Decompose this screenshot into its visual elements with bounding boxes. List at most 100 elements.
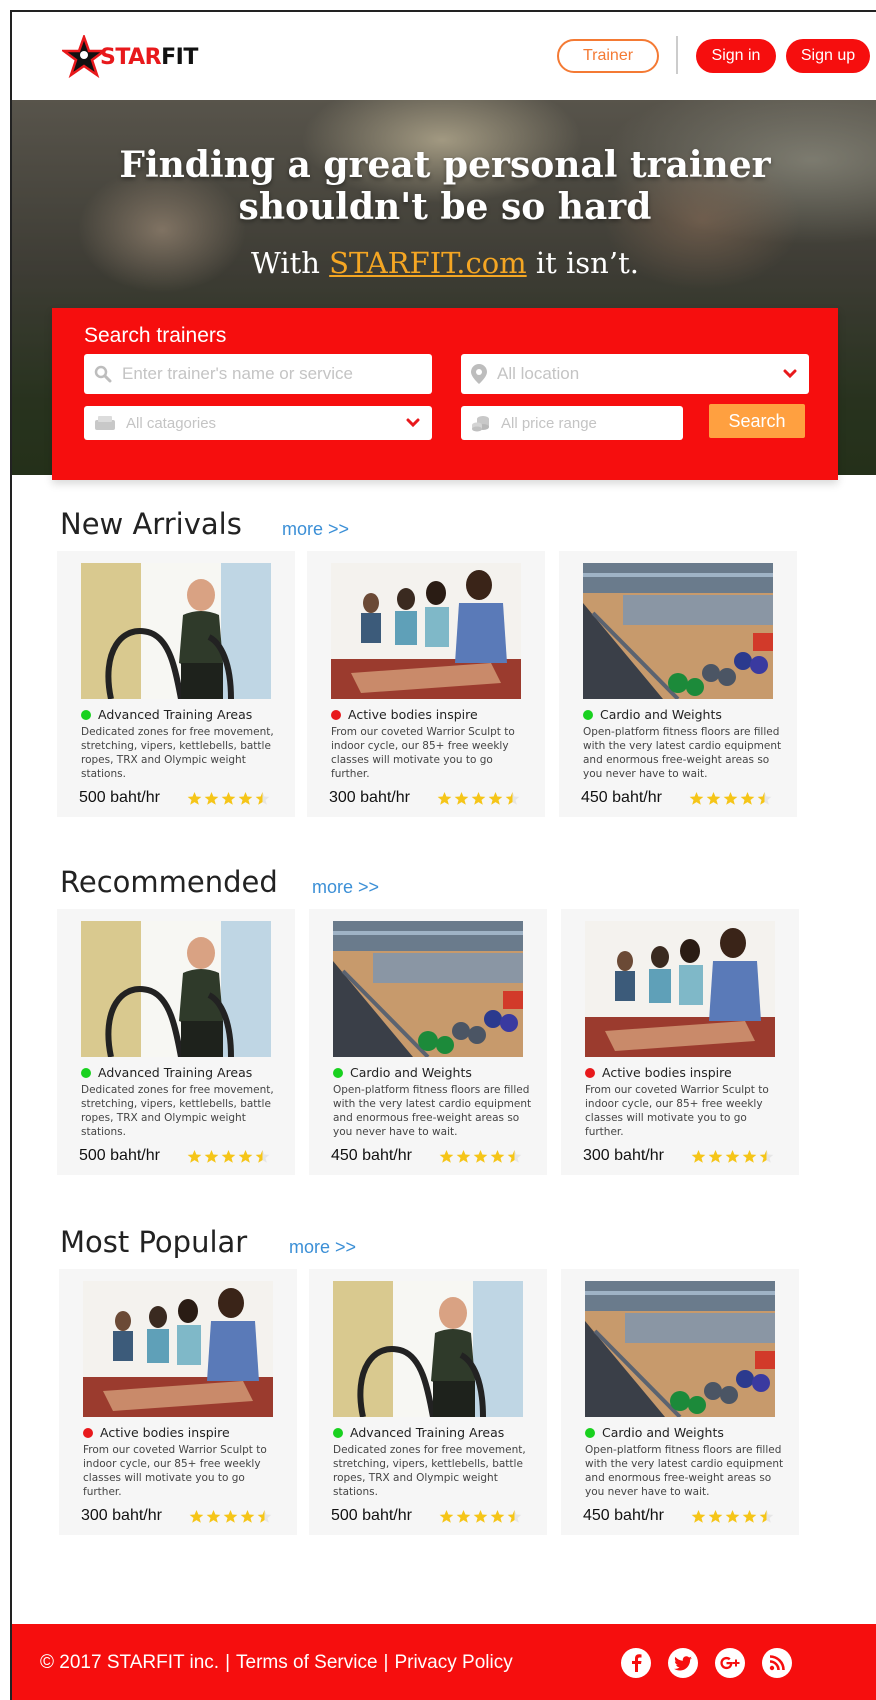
star-icon	[238, 791, 253, 805]
starfit-logo[interactable]: STARFIT	[62, 34, 198, 80]
terms-link[interactable]: Terms of Service	[236, 1652, 377, 1674]
star-rating	[691, 1149, 774, 1164]
star-rating	[189, 1509, 272, 1524]
trainer-card[interactable]: Cardio and Weights Open-platform fitness …	[309, 909, 547, 1175]
card-price: 450 baht/hr	[581, 789, 662, 806]
sign-in-button[interactable]: Sign in	[696, 39, 776, 73]
category-select[interactable]: All catagories	[84, 406, 432, 440]
trainer-card[interactable]: Advanced Training Areas Dedicated zones f…	[57, 909, 295, 1175]
star-icon	[221, 1149, 236, 1163]
facebook-icon[interactable]	[621, 1648, 651, 1678]
trainer-photo[interactable]	[585, 1281, 775, 1417]
copyright-text: © 2017 STARFIT inc.	[40, 1652, 220, 1673]
star-icon	[691, 1149, 706, 1163]
rss-icon[interactable]	[762, 1648, 792, 1678]
status-dot	[333, 1067, 343, 1078]
card-title-row: Cardio and Weights	[583, 707, 722, 722]
trainer-photo[interactable]	[331, 563, 521, 699]
trainer-card[interactable]: Advanced Training Areas Dedicated zones f…	[309, 1269, 547, 1535]
card-description: From our coveted Warrior Sculpt to indoo…	[585, 1084, 769, 1138]
star-icon	[471, 791, 486, 805]
card-title[interactable]: Cardio and Weights	[600, 707, 722, 722]
star-rating	[187, 791, 270, 806]
star-icon	[740, 791, 755, 805]
star-rating	[439, 1149, 522, 1164]
search-button[interactable]: Search	[709, 404, 805, 438]
gym-floor-photo	[585, 1281, 775, 1417]
location-pin-icon	[471, 364, 487, 384]
hero-brand-link[interactable]: STARFIT.com	[329, 246, 526, 280]
status-dot	[81, 1067, 91, 1078]
star-icon	[439, 1509, 454, 1523]
battle-ropes-photo	[81, 921, 271, 1057]
card-title[interactable]: Advanced Training Areas	[98, 707, 252, 722]
trainer-card[interactable]: Active bodies inspire From our coveted Wa…	[59, 1269, 297, 1535]
trainer-photo[interactable]	[585, 921, 775, 1057]
trainer-photo[interactable]	[583, 563, 773, 699]
footer-separator: |	[383, 1652, 389, 1673]
hero-title: Finding a great personal trainer shouldn…	[119, 144, 771, 228]
trainer-card[interactable]: Advanced Training Areas Dedicated zones f…	[57, 551, 295, 817]
battle-ropes-photo	[81, 563, 271, 699]
trainer-photo[interactable]	[81, 921, 271, 1057]
star-icon	[706, 791, 721, 805]
status-dot	[331, 709, 341, 720]
card-title[interactable]: Active bodies inspire	[602, 1065, 732, 1080]
card-title[interactable]: Active bodies inspire	[100, 1425, 230, 1440]
star-icon	[742, 1149, 757, 1163]
search-icon	[94, 365, 112, 383]
search-panel: Search trainers Enter trainer's name or …	[52, 308, 838, 480]
card-title-row: Advanced Training Areas	[81, 1065, 252, 1080]
twitter-icon[interactable]	[668, 1648, 698, 1678]
trainer-photo[interactable]	[81, 563, 271, 699]
star-icon	[456, 1149, 471, 1163]
star-icon	[507, 1509, 522, 1523]
card-price: 500 baht/hr	[79, 1147, 160, 1164]
trainer-photo[interactable]	[333, 921, 523, 1057]
star-rating	[689, 791, 772, 806]
star-icon	[439, 1149, 454, 1163]
card-title-row: Advanced Training Areas	[333, 1425, 504, 1440]
trainer-photo[interactable]	[333, 1281, 523, 1417]
trainer-card[interactable]: Cardio and Weights Open-platform fitness …	[561, 1269, 799, 1535]
card-title[interactable]: Advanced Training Areas	[98, 1065, 252, 1080]
trainer-search-input[interactable]: Enter trainer's name or service	[84, 354, 432, 394]
status-dot	[81, 709, 91, 720]
star-icon	[240, 1509, 255, 1523]
privacy-link[interactable]: Privacy Policy	[394, 1652, 512, 1674]
star-icon	[759, 1509, 774, 1523]
more-link[interactable]: more >>	[312, 877, 379, 898]
star-icon	[255, 1149, 270, 1163]
location-select[interactable]: All location	[461, 354, 809, 394]
star-icon	[490, 1509, 505, 1523]
card-title[interactable]: Active bodies inspire	[348, 707, 478, 722]
star-icon	[456, 1509, 471, 1523]
chevron-down-icon	[783, 366, 797, 382]
trainer-card[interactable]: Active bodies inspire From our coveted Wa…	[307, 551, 545, 817]
card-title[interactable]: Cardio and Weights	[350, 1065, 472, 1080]
star-icon	[473, 1509, 488, 1523]
sign-up-button[interactable]: Sign up	[786, 39, 870, 73]
card-title[interactable]: Advanced Training Areas	[350, 1425, 504, 1440]
card-title-row: Active bodies inspire	[331, 707, 478, 722]
card-title-row: Cardio and Weights	[585, 1425, 724, 1440]
card-title[interactable]: Cardio and Weights	[602, 1425, 724, 1440]
trainer-card[interactable]: Cardio and Weights Open-platform fitness …	[559, 551, 797, 817]
trainer-photo[interactable]	[83, 1281, 273, 1417]
google-plus-icon[interactable]	[715, 1648, 745, 1678]
trainer-button[interactable]: Trainer	[557, 39, 659, 73]
trainer-card[interactable]: Active bodies inspire From our coveted Wa…	[561, 909, 799, 1175]
yoga-class-photo	[83, 1281, 273, 1417]
card-description: From our coveted Warrior Sculpt to indoo…	[83, 1444, 267, 1498]
card-price: 500 baht/hr	[331, 1507, 412, 1524]
page: STARFIT Trainer Sign in Sign up Finding …	[10, 10, 876, 1700]
footer-links: © 2017 STARFIT inc. | Terms of Service |…	[40, 1652, 513, 1674]
card-description: Open-platform fitness floors are filled …	[585, 1444, 784, 1498]
yoga-class-photo	[331, 563, 521, 699]
card-description: Open-platform fitness floors are filled …	[333, 1084, 532, 1138]
more-link[interactable]: more >>	[282, 519, 349, 540]
star-icon	[187, 1149, 202, 1163]
trainer-search-placeholder: Enter trainer's name or service	[122, 364, 353, 383]
more-link[interactable]: more >>	[289, 1237, 356, 1258]
price-range-input[interactable]: All price range	[461, 406, 683, 440]
